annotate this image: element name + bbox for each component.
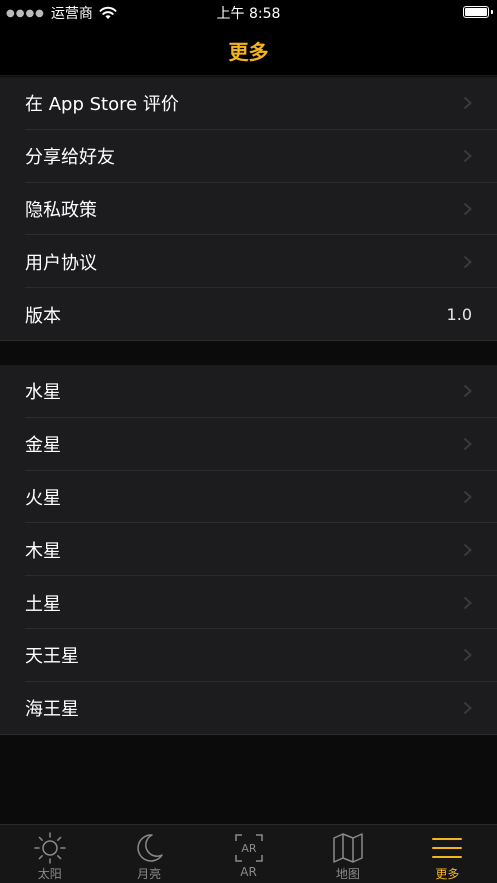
privacy-policy-row[interactable]: 隐私政策	[0, 183, 497, 236]
chevron-right-icon	[463, 255, 472, 269]
tab-moon[interactable]: 月亮	[99, 825, 198, 883]
tab-bar: 太阳 月亮 AR AR 地图 更多	[0, 824, 497, 883]
settings-list: 在 App Store 评价 分享给好友 隐私政策 用户协议 版本 1.0 水星…	[0, 77, 497, 824]
row-label: 金星	[25, 435, 61, 457]
planet-row-neptune[interactable]: 海王星	[0, 682, 497, 735]
row-label: 土星	[25, 593, 61, 615]
tab-map[interactable]: 地图	[298, 825, 397, 883]
chevron-right-icon	[463, 701, 472, 715]
version-row: 版本 1.0	[0, 288, 497, 341]
ar-icon: AR	[234, 834, 263, 862]
planet-row-jupiter[interactable]: 木星	[0, 523, 497, 576]
chevron-right-icon	[463, 596, 472, 609]
battery-icon	[463, 6, 489, 18]
chevron-right-icon	[463, 437, 472, 451]
chevron-right-icon	[463, 649, 472, 662]
row-label: 隐私政策	[25, 199, 97, 221]
nav-bar: 更多	[0, 24, 497, 76]
row-label: 分享给好友	[25, 147, 115, 169]
row-label: 用户协议	[25, 252, 97, 274]
planet-row-saturn[interactable]: 土星	[0, 576, 497, 629]
status-bar: ●●●● 运营商 上午 8:58	[0, 0, 497, 24]
planets-section: 水星 金星 火星 木星 土星 天王星 海王星	[0, 365, 497, 735]
row-label: 天王星	[25, 646, 79, 668]
row-label: 水星	[25, 382, 61, 404]
chevron-right-icon	[463, 385, 472, 398]
sun-icon	[33, 832, 66, 864]
tab-more[interactable]: 更多	[398, 825, 497, 883]
chevron-right-icon	[463, 202, 472, 216]
tab-label: 太阳	[37, 867, 62, 881]
share-friends-row[interactable]: 分享给好友	[0, 130, 497, 183]
rate-app-store-row[interactable]: 在 App Store 评价	[0, 77, 497, 130]
tab-ar[interactable]: AR AR	[199, 825, 298, 883]
row-label: 在 App Store 评价	[25, 94, 179, 116]
user-agreement-row[interactable]: 用户协议	[0, 235, 497, 288]
status-time: 上午 8:58	[216, 6, 281, 22]
planet-row-mercury[interactable]: 水星	[0, 365, 497, 418]
chevron-right-icon	[463, 97, 472, 110]
tab-label: 月亮	[137, 867, 162, 881]
tab-label: AR	[240, 865, 257, 879]
tab-label: 地图	[335, 867, 360, 881]
page-title: 更多	[228, 40, 269, 64]
row-label: 海王星	[25, 699, 79, 721]
chevron-right-icon	[463, 149, 472, 163]
chevron-right-icon	[463, 490, 472, 504]
row-label: 火星	[25, 487, 61, 509]
battery-cap	[491, 10, 493, 14]
menu-icon	[432, 838, 463, 858]
settings-section: 在 App Store 评价 分享给好友 隐私政策 用户协议 版本 1.0	[0, 77, 497, 341]
map-icon	[333, 833, 363, 863]
moon-icon	[137, 834, 163, 862]
tab-label: 更多	[435, 867, 460, 881]
version-value: 1.0	[446, 305, 472, 325]
planet-row-mars[interactable]: 火星	[0, 471, 497, 524]
tab-sun[interactable]: 太阳	[0, 825, 99, 883]
planet-row-uranus[interactable]: 天王星	[0, 629, 497, 682]
svg-text:AR: AR	[241, 842, 257, 855]
planet-row-venus[interactable]: 金星	[0, 418, 497, 471]
chevron-right-icon	[463, 543, 472, 557]
row-label: 版本	[25, 305, 61, 327]
row-label: 木星	[25, 540, 61, 562]
